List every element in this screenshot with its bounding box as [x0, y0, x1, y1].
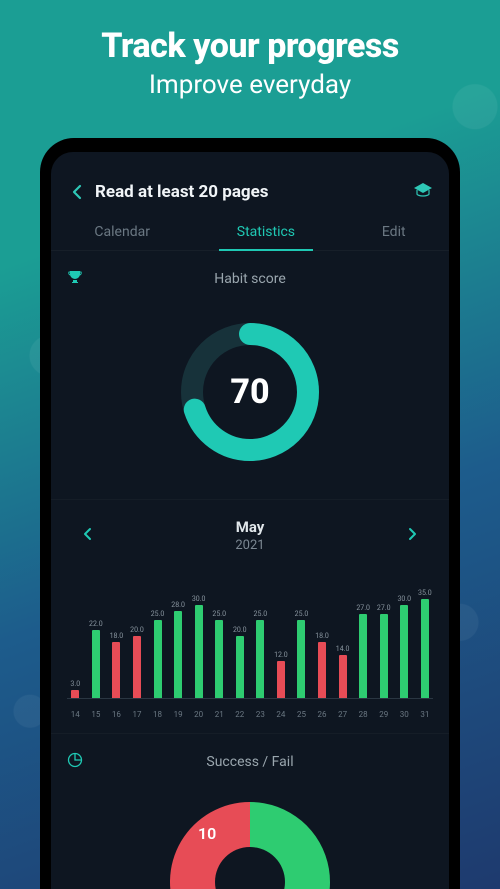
bar-value-label: 14.0 [336, 645, 350, 653]
bar-day-17: 20.0 [129, 589, 146, 699]
prev-month-button[interactable] [77, 520, 99, 551]
habit-score-section: Habit score 70 [51, 251, 449, 500]
x-tick: 14 [67, 710, 84, 719]
pie-fail-label: 10 [198, 824, 216, 843]
bar-value-label: 12.0 [274, 651, 288, 659]
monthly-chart-section: May 2021 3.022.018.020.025.028.030.025.0… [51, 500, 449, 734]
bar-value-label: 28.0 [171, 601, 185, 609]
tab-edit[interactable]: Edit [374, 212, 414, 250]
bar-day-16: 18.0 [108, 589, 125, 699]
bar [112, 642, 120, 699]
month-name: May [235, 518, 264, 536]
x-tick: 18 [149, 710, 166, 719]
bar-day-21: 25.0 [211, 589, 228, 699]
habit-score-title: Habit score [67, 271, 433, 287]
bar-day-29: 27.0 [375, 589, 392, 699]
bar-value-label: 25.0 [212, 610, 226, 618]
habit-score-value: 70 [175, 317, 325, 467]
x-tick: 24 [273, 710, 290, 719]
bar [92, 630, 100, 699]
bar-value-label: 18.0 [315, 632, 329, 640]
bar-value-label: 20.0 [130, 626, 144, 634]
bar [297, 620, 305, 699]
bar-day-26: 18.0 [314, 589, 331, 699]
x-tick: 22 [232, 710, 249, 719]
back-icon[interactable] [67, 184, 87, 200]
bar-day-19: 28.0 [170, 589, 187, 699]
bar-value-label: 27.0 [356, 604, 370, 612]
x-tick: 20 [190, 710, 207, 719]
x-tick: 27 [334, 710, 351, 719]
habit-title: Read at least 20 pages [95, 182, 413, 202]
phone-frame: Read at least 20 pages Calendar Statisti… [40, 138, 460, 889]
bar-day-22: 20.0 [232, 589, 249, 699]
bar-value-label: 25.0 [254, 610, 268, 618]
bar-day-18: 25.0 [149, 589, 166, 699]
daily-bar-chart: 3.0 22.0 18.0 20.0 25.0 28.0 30.0 25.0 20.0 25.0 1… [67, 579, 433, 719]
x-tick: 26 [314, 710, 331, 719]
x-tick: 15 [88, 710, 105, 719]
bar [400, 605, 408, 699]
bar-day-23: 25.0 [252, 589, 269, 699]
bar-day-27: 14.0 [334, 589, 351, 699]
poster-subheading: Improve everyday [0, 70, 500, 100]
graduation-cap-icon[interactable] [413, 182, 433, 202]
x-tick: 17 [129, 710, 146, 719]
app-screen: Read at least 20 pages Calendar Statisti… [51, 152, 449, 889]
bar [318, 642, 326, 699]
bar [154, 620, 162, 699]
success-fail-section: Success / Fail 10 [51, 734, 449, 889]
bar-value-label: 25.0 [295, 610, 309, 618]
tab-statistics[interactable]: Statistics [229, 212, 303, 250]
bar-value-label: 27.0 [377, 604, 391, 612]
bar-day-30: 30.0 [396, 589, 413, 699]
x-tick: 23 [252, 710, 269, 719]
next-month-button[interactable] [401, 520, 423, 551]
bar-value-label: 30.0 [192, 595, 206, 603]
app-header: Read at least 20 pages [51, 152, 449, 212]
poster-heading: Track your progress [0, 26, 500, 66]
x-tick: 28 [355, 710, 372, 719]
x-tick: 31 [417, 710, 434, 719]
bar-day-24: 12.0 [273, 589, 290, 699]
x-tick: 21 [211, 710, 228, 719]
success-fail-pie: 10 [160, 792, 340, 889]
bar-value-label: 3.0 [70, 680, 80, 688]
bar [339, 655, 347, 699]
bar-value-label: 18.0 [110, 632, 124, 640]
bar-day-15: 22.0 [88, 589, 105, 699]
x-tick: 30 [396, 710, 413, 719]
bar-value-label: 25.0 [151, 610, 165, 618]
habit-score-ring: 70 [175, 317, 325, 467]
bar [256, 620, 264, 699]
bar-day-31: 35.0 [417, 589, 434, 699]
x-tick: 29 [375, 710, 392, 719]
x-tick: 25 [293, 710, 310, 719]
tabs-bar: Calendar Statistics Edit [51, 212, 449, 251]
bar-day-14: 3.0 [67, 589, 84, 699]
bar [359, 614, 367, 699]
bar-value-label: 35.0 [418, 589, 432, 597]
x-tick: 16 [108, 710, 125, 719]
bar [133, 636, 141, 699]
bar-day-20: 30.0 [190, 589, 207, 699]
bar [421, 599, 429, 699]
bar [236, 636, 244, 699]
success-fail-title: Success / Fail [67, 754, 433, 770]
month-year: 2021 [235, 538, 264, 553]
bar [195, 605, 203, 699]
bar [277, 661, 285, 699]
bar-day-25: 25.0 [293, 589, 310, 699]
bar [174, 611, 182, 699]
bar [215, 620, 223, 699]
bar [380, 614, 388, 699]
tab-calendar[interactable]: Calendar [86, 212, 158, 250]
x-tick: 19 [170, 710, 187, 719]
bar-value-label: 30.0 [397, 595, 411, 603]
bar-value-label: 20.0 [233, 626, 247, 634]
bar-value-label: 22.0 [89, 620, 103, 628]
bar-day-28: 27.0 [355, 589, 372, 699]
